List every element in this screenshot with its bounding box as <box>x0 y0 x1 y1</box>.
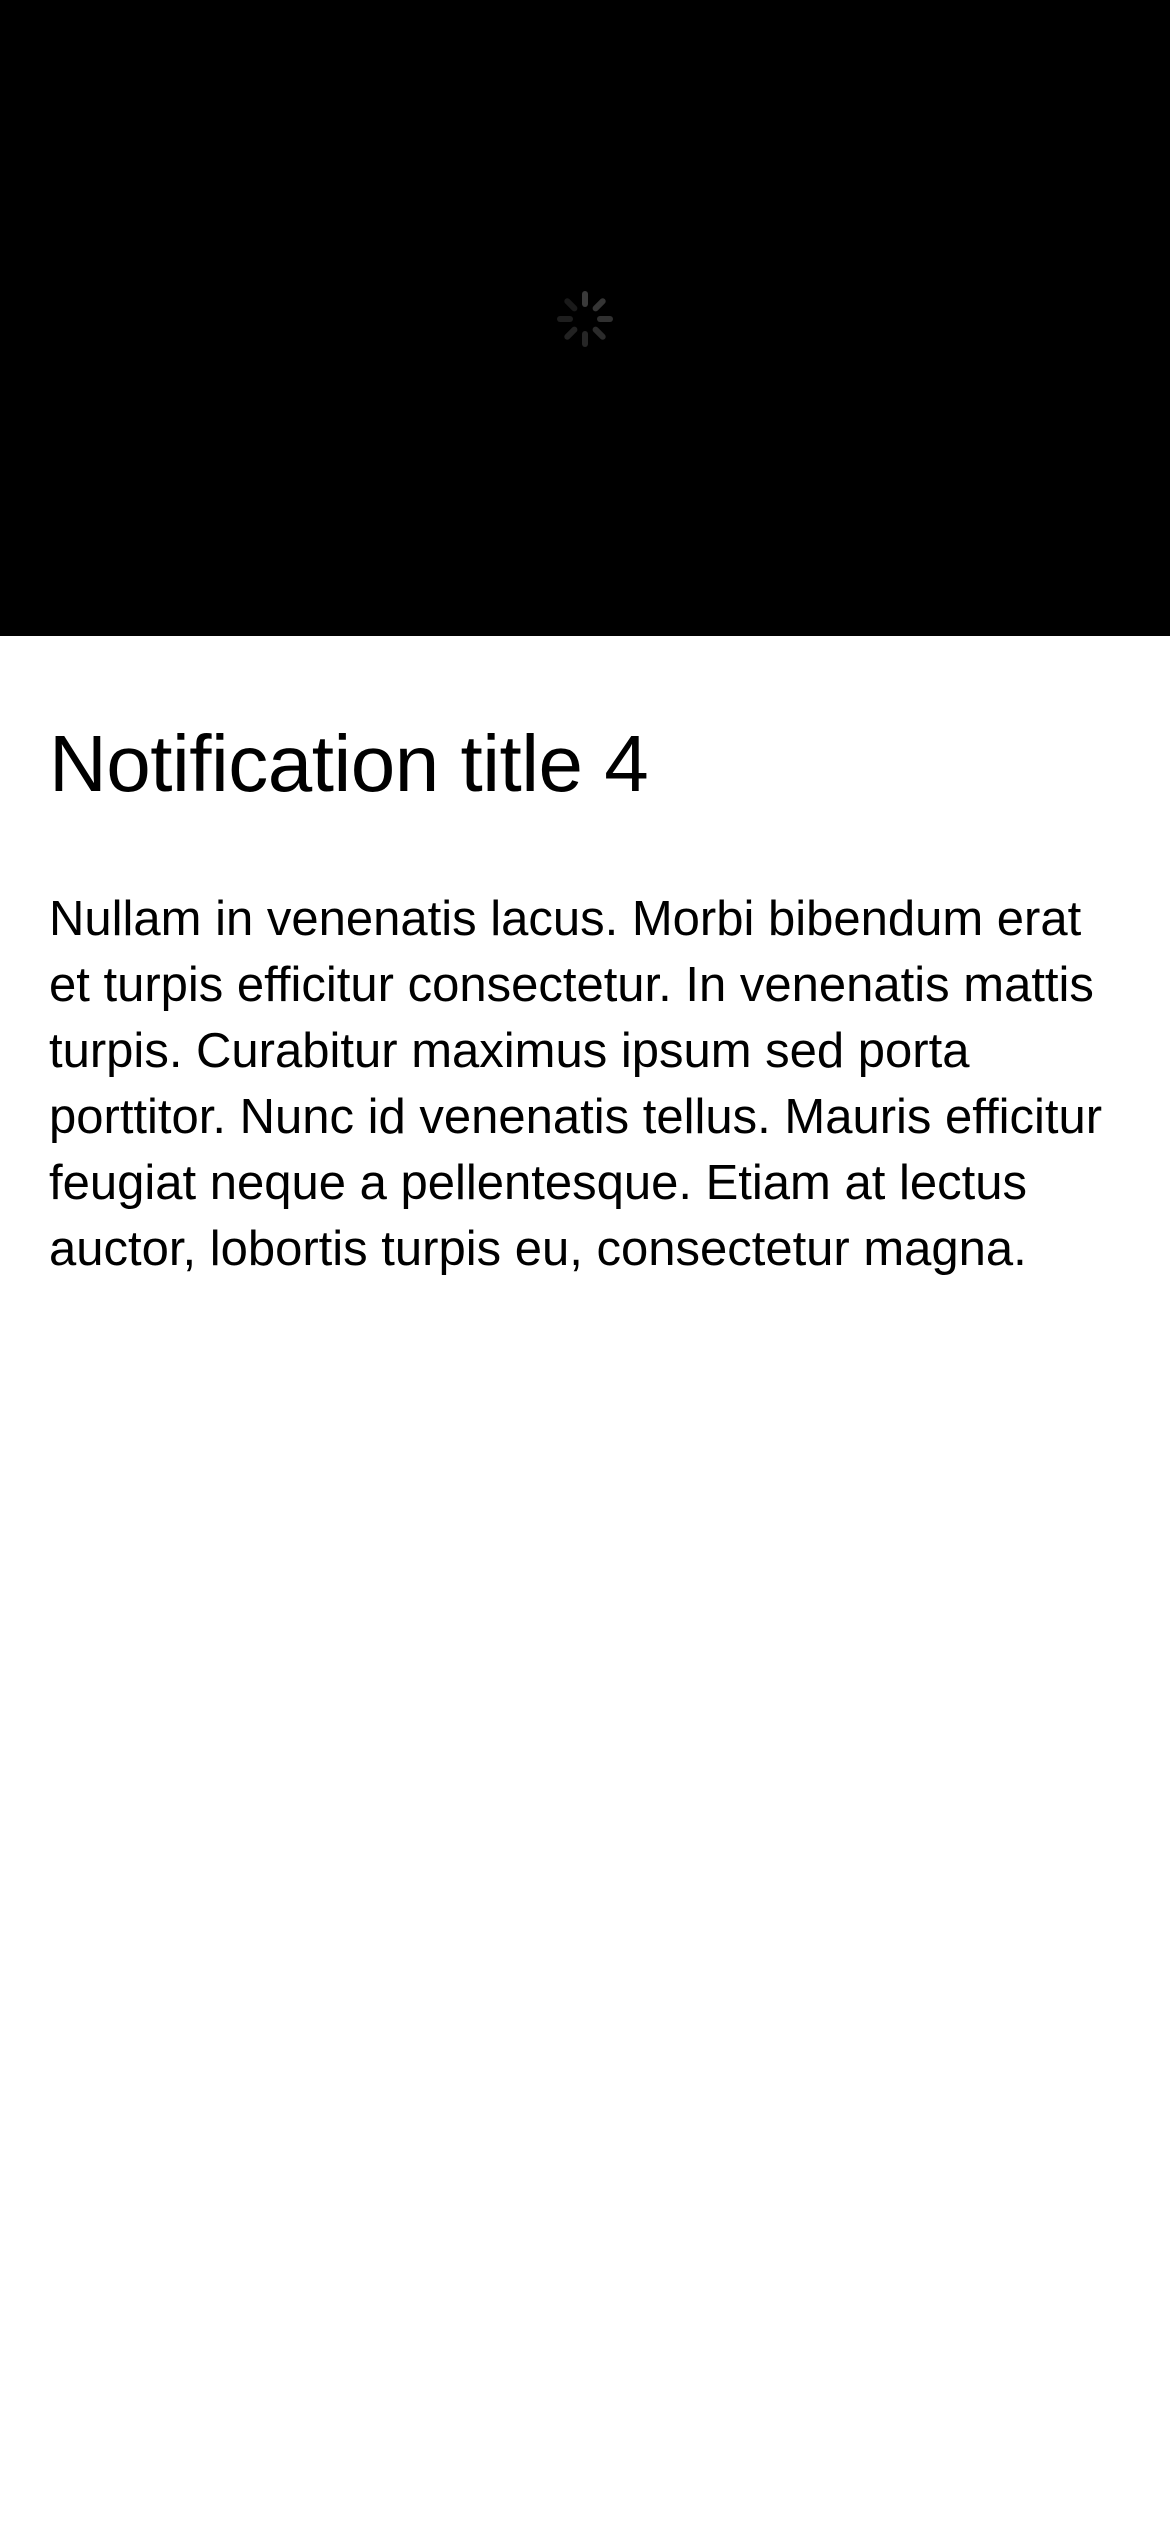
notification-content: Notification title 4 Nullam in venenatis… <box>49 636 1121 1282</box>
media-header <box>0 0 1170 636</box>
notification-title: Notification title 4 <box>49 719 649 808</box>
notification-body: Nullam in venenatis lacus. Morbi bibendu… <box>49 892 1103 1276</box>
activity-spinner-icon <box>557 291 613 347</box>
notification-detail-screen: Notification title 4 Nullam in venenatis… <box>0 0 1170 2532</box>
